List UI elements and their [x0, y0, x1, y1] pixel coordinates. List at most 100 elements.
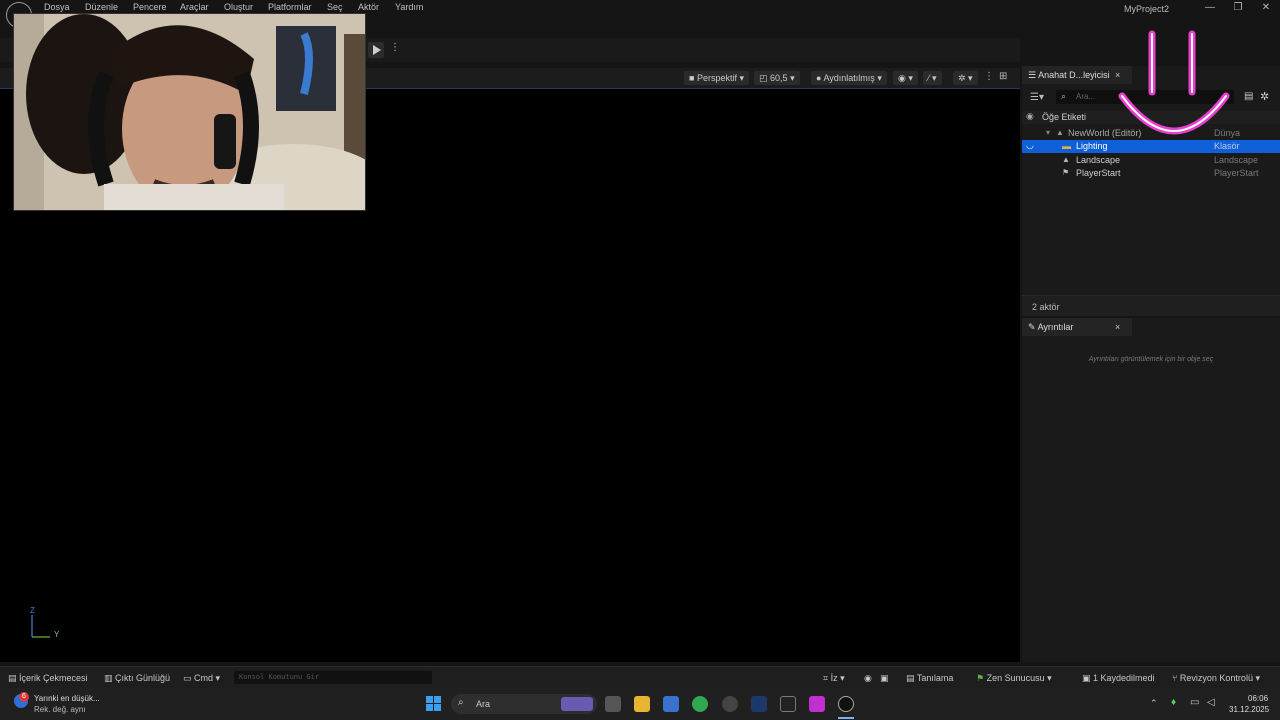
- diagnostics-label: Tanılama: [916, 673, 954, 683]
- menu-edit[interactable]: Düzenle: [85, 2, 118, 12]
- screenshot-icon[interactable]: ▣: [880, 673, 889, 684]
- eye-icon: ◉: [898, 73, 906, 83]
- lighting-dropdown[interactable]: ● Aydınlatılmış ▾: [811, 71, 887, 85]
- details-empty-message: Ayrıntıları görüntülemek için bir obje s…: [1088, 356, 1214, 363]
- outliner-tab-label: Anahat D...leyicisi: [1038, 70, 1110, 80]
- visualizer-dropdown[interactable]: ⁄ ▾: [923, 71, 942, 85]
- revision-label: Revizyon Kontrolü: [1179, 673, 1253, 683]
- diagnostics-button[interactable]: ▤ Tanılama: [906, 673, 953, 684]
- perspective-dropdown[interactable]: ■ Perspektif ▾: [684, 71, 750, 85]
- microphone-icon[interactable]: ♦: [1171, 697, 1176, 708]
- weather-title[interactable]: Yarınki en düşük...: [34, 694, 100, 703]
- console-command-input[interactable]: Konsol Komutunu Gir: [234, 671, 432, 684]
- player-start-icon: ⚑: [1062, 168, 1070, 177]
- steam-icon[interactable]: [751, 696, 767, 712]
- zen-icon: ⚑: [976, 673, 985, 683]
- outliner-icon: ☰: [1028, 70, 1037, 80]
- store-icon[interactable]: [663, 696, 679, 712]
- show-flags-dropdown[interactable]: ◉ ▾: [893, 71, 918, 85]
- fov-icon: ◰: [759, 73, 768, 83]
- settings-dropdown[interactable]: ✲ ▾: [953, 71, 978, 85]
- menu-platforms[interactable]: Platformlar: [268, 2, 312, 12]
- content-drawer-label: İçerik Çekmecesi: [19, 673, 88, 683]
- webcam-overlay: [13, 13, 366, 211]
- fov-label: 60,5: [770, 73, 788, 83]
- wand-icon: ⁄: [928, 73, 930, 83]
- project-name: MyProject2: [1124, 4, 1170, 14]
- record-icon[interactable]: ◉: [864, 673, 872, 684]
- outliner-settings-icon[interactable]: ✲: [1260, 90, 1269, 103]
- item-label-header[interactable]: Öğe Etiketi: [1042, 112, 1086, 122]
- unreal-engine-icon[interactable]: [838, 696, 854, 712]
- menu-actor[interactable]: Aktör: [358, 2, 379, 12]
- file-explorer-icon[interactable]: [634, 696, 650, 712]
- gear-icon: ✲: [958, 73, 966, 83]
- details-panel: ✎ Ayrıntılar × Ayrıntıları görüntülemek …: [1022, 318, 1280, 662]
- output-log-label: Çıktı Günlüğü: [115, 673, 171, 683]
- menu-help[interactable]: Yardım: [395, 2, 423, 12]
- network-icon[interactable]: ▭: [1190, 697, 1199, 708]
- viewport-options-icon[interactable]: ⋮: [984, 71, 994, 82]
- trace-label: İz: [830, 673, 838, 683]
- visibility-eye-icon[interactable]: ◉: [1026, 111, 1034, 122]
- search-highlight-icon: [561, 697, 593, 711]
- outliner-footer: 2 aktör: [1022, 295, 1280, 316]
- weather-badge: 6: [19, 692, 29, 702]
- menu-build[interactable]: Oluştur: [224, 2, 253, 12]
- layout-grid-icon[interactable]: ⊞: [999, 71, 1007, 82]
- pink-app-icon[interactable]: [809, 696, 825, 712]
- play-icon: [373, 45, 381, 55]
- add-folder-icon[interactable]: ▤: [1244, 91, 1253, 102]
- visibility-eye-icon[interactable]: ◡: [1026, 140, 1034, 151]
- smiley-overlay-icon: [1118, 30, 1230, 135]
- webcam-feed-image: [14, 14, 365, 210]
- taskbar-search[interactable]: ⌕ Ara: [451, 694, 597, 714]
- menu-select[interactable]: Seç: [327, 2, 343, 12]
- minimize-button[interactable]: —: [1200, 2, 1220, 13]
- collapse-arrow-icon[interactable]: ▾: [1046, 128, 1050, 137]
- tray-chevron-icon[interactable]: ⌃: [1150, 698, 1158, 709]
- maximize-button[interactable]: ❐: [1228, 2, 1248, 13]
- trace-dropdown[interactable]: ⌗ İz ▾: [823, 673, 845, 684]
- search-icon: ⌕: [1061, 91, 1067, 101]
- taskbar-search-label: Ara: [476, 699, 491, 709]
- menu-window[interactable]: Pencere: [133, 2, 167, 12]
- zen-server-dropdown[interactable]: ⚑ Zen Sunucusu ▾: [976, 673, 1052, 684]
- windows-taskbar: 6 Yarınki en düşük... Rek. değ. aynı ⌕ A…: [0, 688, 1280, 720]
- content-drawer-button[interactable]: ▤ İçerik Çekmecesi: [8, 673, 88, 684]
- row-name: Lighting: [1076, 141, 1108, 151]
- clock-time[interactable]: 06:06: [1248, 694, 1268, 703]
- epic-games-icon[interactable]: [780, 696, 796, 712]
- chrome-icon[interactable]: [692, 696, 708, 712]
- menu-file[interactable]: Dosya: [44, 2, 70, 12]
- world-icon: ▲: [1056, 128, 1064, 137]
- outliner-row-playerstart[interactable]: ⚑ PlayerStart PlayerStart: [1022, 167, 1280, 180]
- app-icon[interactable]: [722, 696, 738, 712]
- menu-tools[interactable]: Araçlar: [180, 2, 209, 12]
- details-tab-label: Ayrıntılar: [1037, 322, 1074, 332]
- volume-icon[interactable]: ◁: [1207, 697, 1215, 708]
- windows-start-icon[interactable]: [426, 696, 442, 712]
- unsaved-button[interactable]: ▣ 1 Kaydedilmedi: [1082, 673, 1155, 684]
- row-type: PlayerStart: [1214, 168, 1259, 178]
- axis-z-label: Z: [30, 606, 35, 615]
- output-log-button[interactable]: ▥ Çıktı Günlüğü: [104, 673, 170, 684]
- zen-label: Zen Sunucusu: [986, 673, 1045, 683]
- weather-subtitle: Rek. değ. aynı: [34, 705, 86, 714]
- landscape-icon: ▲: [1062, 155, 1070, 164]
- play-button[interactable]: [368, 42, 384, 58]
- close-tab-icon[interactable]: ×: [1115, 322, 1120, 332]
- filter-icon[interactable]: ☰▾: [1030, 92, 1044, 103]
- play-options-icon[interactable]: ⋮: [390, 42, 400, 58]
- clock-date[interactable]: 31.12.2025: [1229, 705, 1269, 714]
- close-window-button[interactable]: ✕: [1256, 2, 1276, 13]
- active-app-indicator: [838, 717, 854, 719]
- perspective-label: Perspektif: [696, 73, 737, 83]
- pencil-icon: ✎: [1028, 322, 1036, 332]
- actor-count: 2 aktör: [1032, 302, 1060, 312]
- task-view-icon[interactable]: [605, 696, 621, 712]
- search-placeholder: Ara...: [1076, 92, 1096, 101]
- revision-control-dropdown[interactable]: ⑂ Revizyon Kontrolü ▾: [1172, 673, 1260, 684]
- cmd-dropdown[interactable]: ▭ Cmd ▾: [183, 673, 220, 684]
- fov-dropdown[interactable]: ◰ 60,5 ▾: [754, 71, 800, 85]
